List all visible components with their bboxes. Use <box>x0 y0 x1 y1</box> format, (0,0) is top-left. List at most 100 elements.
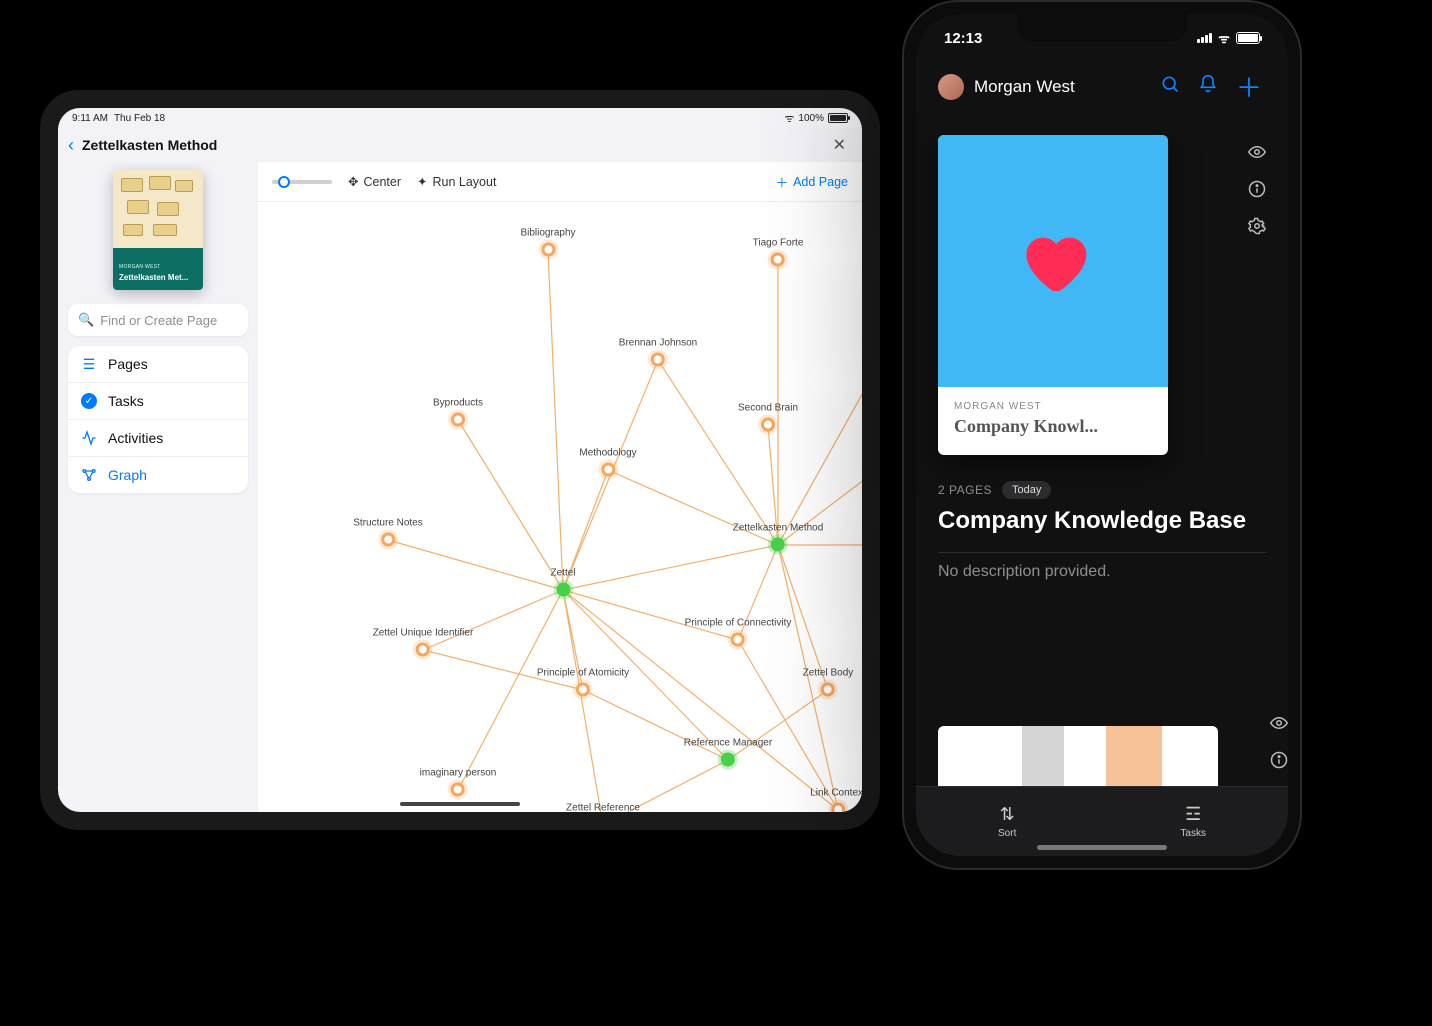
user-name: Morgan West <box>974 77 1146 97</box>
info-button[interactable] <box>1270 751 1288 774</box>
graph-node[interactable]: Zettel Unique Identifier <box>373 628 474 657</box>
nav-label: Graph <box>108 467 147 483</box>
tab-tasks[interactable]: ☲ Tasks <box>1180 804 1206 839</box>
graph-node-label: Link Context <box>810 788 862 799</box>
card-cover <box>938 135 1168 387</box>
tab-sort[interactable]: ⇅ Sort <box>998 804 1016 839</box>
graph-node-label: Methodology <box>579 448 636 459</box>
search-button[interactable] <box>1156 74 1184 100</box>
visibility-button[interactable] <box>1270 714 1288 737</box>
graph-node[interactable]: Bibliography <box>520 228 575 257</box>
graph-node[interactable]: imaginary person <box>420 768 497 797</box>
card-author: MORGAN WEST <box>954 401 1152 412</box>
add-button[interactable]: ＋ <box>1232 68 1266 105</box>
sidebar-item-activities[interactable]: Activities <box>68 420 248 457</box>
avatar[interactable] <box>938 74 964 100</box>
graph-node[interactable]: Brennan Johnson <box>619 338 697 367</box>
graph-node-dot <box>721 753 735 767</box>
settings-button[interactable] <box>1248 217 1266 240</box>
sidebar-item-graph[interactable]: Graph <box>68 457 248 493</box>
sidebar-nav: ☰ Pages ✓ Tasks Activities <box>68 346 248 493</box>
close-button[interactable]: ✕ <box>833 135 846 155</box>
thumb-author: MORGAN WEST <box>119 264 161 270</box>
graph-node[interactable]: Zettelkasten Method <box>733 523 824 552</box>
graph-node-dot <box>451 783 465 797</box>
graph-node-dot <box>761 418 775 432</box>
graph-node[interactable]: Zettel Body <box>803 668 854 697</box>
battery-percent: 100% <box>798 113 824 124</box>
iphone-content[interactable]: MORGAN WEST Company Knowl... 2 PAGES Tod… <box>916 117 1288 786</box>
graph-node[interactable]: Link Context <box>810 788 862 813</box>
graph-node[interactable]: Second Brain <box>738 403 798 432</box>
graph-node[interactable]: Structure Notes <box>353 518 422 547</box>
graph-node-label: Zettel Reference <box>566 803 640 813</box>
page-title: Zettelkasten Method <box>82 137 217 153</box>
section-title: Company Knowledge Base <box>938 507 1266 536</box>
graph-node-label: imaginary person <box>420 768 497 779</box>
activity-icon <box>80 429 98 447</box>
sort-icon: ⇅ <box>1000 804 1015 825</box>
wifi-icon: ᯤ <box>1218 29 1230 47</box>
graph-node-dot <box>651 353 665 367</box>
search-placeholder: Find or Create Page <box>100 313 217 328</box>
sidebar-item-tasks[interactable]: ✓ Tasks <box>68 383 248 420</box>
notebook-thumbnail[interactable]: MORGAN WEST Zettelkasten Met... <box>113 170 203 290</box>
graph-node-label: Second Brain <box>738 403 798 414</box>
graph-node-dot <box>821 683 835 697</box>
thumb-title: Zettelkasten Met... <box>119 273 197 282</box>
graph-node-dot <box>771 538 785 552</box>
graph-node-dot <box>576 683 590 697</box>
graph-node-label: Brennan Johnson <box>619 338 697 349</box>
home-indicator[interactable] <box>1037 845 1167 850</box>
graph-node[interactable]: Methodology <box>579 448 636 477</box>
plus-icon: ＋ <box>776 172 789 191</box>
graph-node[interactable]: Zettel Reference <box>566 803 640 813</box>
center-button[interactable]: ✥ Center <box>348 174 401 189</box>
tasks-icon: ☲ <box>1185 804 1201 825</box>
add-page-button[interactable]: ＋ Add Page <box>776 172 848 191</box>
ipad-screen: 9:11 AM Thu Feb 18 ᯤ 100% ‹ Zettelkasten… <box>58 108 862 812</box>
card-title: Company Knowl... <box>954 416 1152 437</box>
graph-node[interactable]: Byproducts <box>433 398 483 427</box>
graph-node-label: Principle of Atomicity <box>537 668 629 679</box>
visibility-button[interactable] <box>1248 143 1266 166</box>
iphone-device: 12:13 ᯤ Morgan West ＋ MORGAN WEST Compa <box>902 0 1302 870</box>
graph-node-label: Zettel <box>550 568 575 579</box>
run-layout-button[interactable]: ✦ Run Layout <box>417 174 496 189</box>
graph-panel: ✥ Center ✦ Run Layout ＋ Add Page Bibliog… <box>258 162 862 812</box>
graph-node[interactable]: Principle of Connectivity <box>685 618 792 647</box>
next-card-peek[interactable] <box>938 726 1218 786</box>
graph-node-label: Zettel Unique Identifier <box>373 628 474 639</box>
search-icon: 🔍 <box>78 312 94 328</box>
graph-node-dot <box>831 803 845 813</box>
ipad-date: Thu Feb 18 <box>114 113 165 124</box>
center-icon: ✥ <box>348 174 358 189</box>
graph-node[interactable]: Zettel <box>550 568 575 597</box>
graph-node-label: Principle of Connectivity <box>685 618 792 629</box>
graph-node-label: Zettelkasten Method <box>733 523 824 534</box>
zoom-slider[interactable] <box>272 180 332 184</box>
notch <box>1017 14 1187 42</box>
home-indicator[interactable] <box>400 802 520 806</box>
battery-icon <box>828 113 848 123</box>
iphone-screen: 12:13 ᯤ Morgan West ＋ MORGAN WEST Compa <box>916 14 1288 856</box>
graph-node[interactable]: Tiago Forte <box>753 238 804 267</box>
graph-node[interactable]: Principle of Atomicity <box>537 668 629 697</box>
layout-icon: ✦ <box>417 174 427 189</box>
sidebar-item-pages[interactable]: ☰ Pages <box>68 346 248 383</box>
back-button[interactable]: ‹ <box>68 135 74 156</box>
search-input[interactable]: 🔍 Find or Create Page <box>68 304 248 336</box>
graph-node-dot <box>556 583 570 597</box>
nav-label: Activities <box>108 430 163 446</box>
graph-node-label: Bibliography <box>520 228 575 239</box>
graph-canvas[interactable]: BibliographyTiago ForteBrennan JohnsonNo… <box>258 202 862 812</box>
pages-count: 2 PAGES <box>938 483 992 497</box>
nav-label: Pages <box>108 356 148 372</box>
date-badge: Today <box>1002 481 1051 499</box>
notifications-button[interactable] <box>1194 74 1222 100</box>
graph-node-label: Reference Manager <box>684 738 772 749</box>
notebook-card[interactable]: MORGAN WEST Company Knowl... <box>938 135 1168 455</box>
info-button[interactable] <box>1248 180 1266 203</box>
graph-node-dot <box>451 413 465 427</box>
graph-node[interactable]: Reference Manager <box>684 738 772 767</box>
